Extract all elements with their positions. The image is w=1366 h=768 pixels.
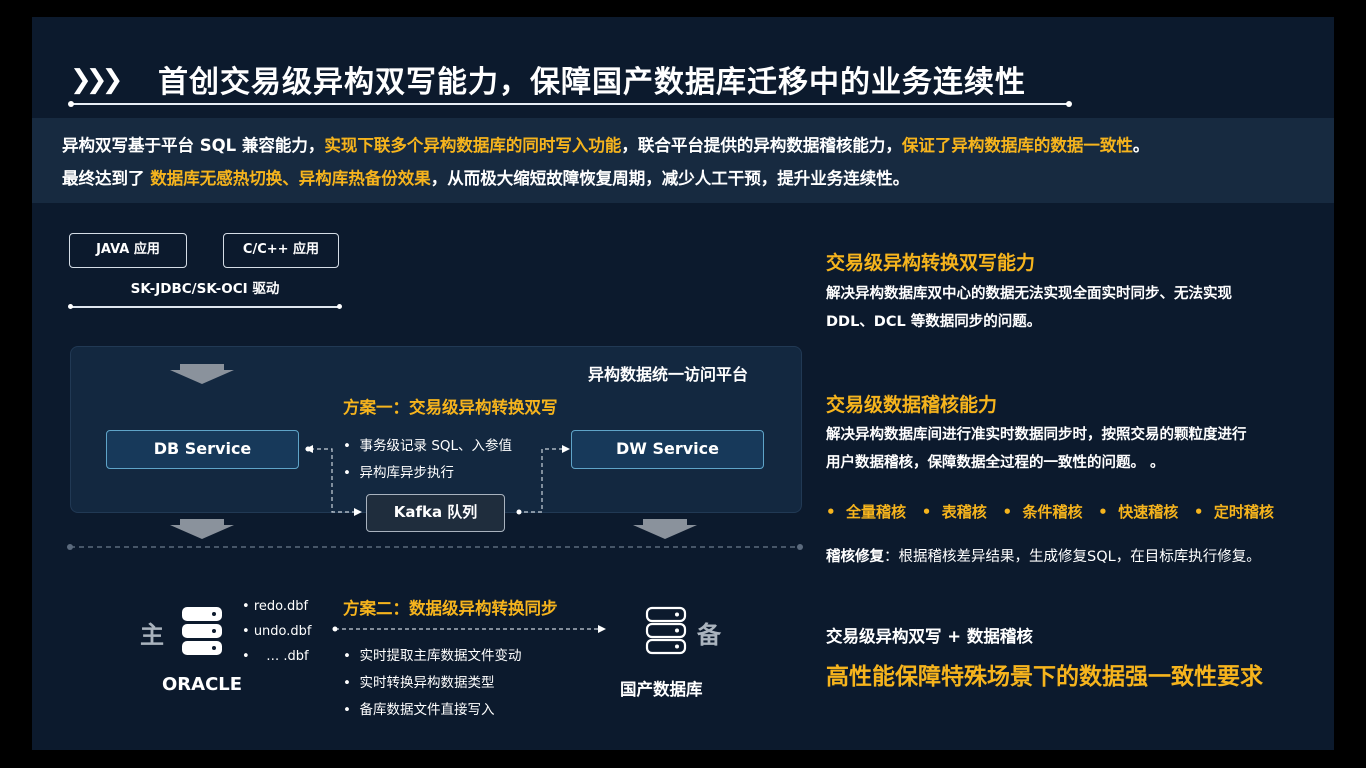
conclusion-text: 高性能保障特殊场景下的数据强一致性要求: [826, 664, 1263, 690]
intro-highlight: 保证了异构数据库的数据一致性: [901, 136, 1133, 155]
plan2-title: 方案二：数据级异构转换同步: [343, 599, 558, 618]
section-heading-dual-write: 交易级异构转换双写能力: [826, 252, 1036, 274]
plan2-item: • 实时转换异构数据类型: [343, 675, 495, 691]
check-item: 快速稽核: [1118, 503, 1179, 521]
primary-label: 主: [140, 621, 164, 649]
backup-label: 备: [697, 621, 721, 649]
domestic-db-label: 国产数据库: [620, 680, 703, 699]
section-text: 解决异构数据库双中心的数据无法实现全面实时同步、无法实现: [826, 286, 1232, 302]
slide: ❯❯❯ 首创交易级异构双写能力，保障国产数据库迁移中的业务连续性 异构双写基于平…: [32, 17, 1334, 750]
file-item: • redo.dbf: [242, 599, 309, 614]
file-item: • undo.dbf: [242, 624, 312, 639]
section-heading-audit: 交易级数据稽核能力: [826, 394, 998, 416]
section-text: 用户数据稽核，保障数据全过程的一致性的问题。 。: [826, 455, 1165, 471]
check-item: 表稽核: [941, 503, 987, 521]
check-item: 定时稽核: [1213, 503, 1274, 521]
plan2-item: • 实时提取主库数据文件变动: [343, 648, 522, 664]
repair-text: ：根据稽核差异结果，生成修复SQL，在目标库执行修复。: [884, 549, 1261, 565]
repair-line: 稽核修复：根据稽核差异结果，生成修复SQL，在目标库执行修复。: [826, 545, 1261, 566]
summary-text: 交易级异构双写 + 数据稽核: [826, 627, 1033, 646]
plan2-item: • 备库数据文件直接写入: [343, 702, 495, 718]
oracle-label: ORACLE: [162, 674, 243, 695]
database-icon: [182, 607, 222, 655]
section-text: 解决异构数据库间进行准实时数据同步时，按照交易的颗粒度进行: [826, 427, 1247, 443]
check-item: 条件稽核: [1022, 503, 1083, 521]
section-text: DDL、DCL 等数据同步的问题。: [826, 314, 1042, 330]
check-list: • 全量稽核 • 表稽核 • 条件稽核 • 快速稽核 • 定时稽核: [826, 503, 1274, 521]
intro-text: 。: [1132, 136, 1150, 155]
repair-label: 稽核修复: [826, 549, 884, 565]
file-item: • … .dbf: [242, 649, 309, 664]
database-outline-icon: [645, 606, 687, 655]
check-item: 全量稽核: [846, 503, 907, 521]
